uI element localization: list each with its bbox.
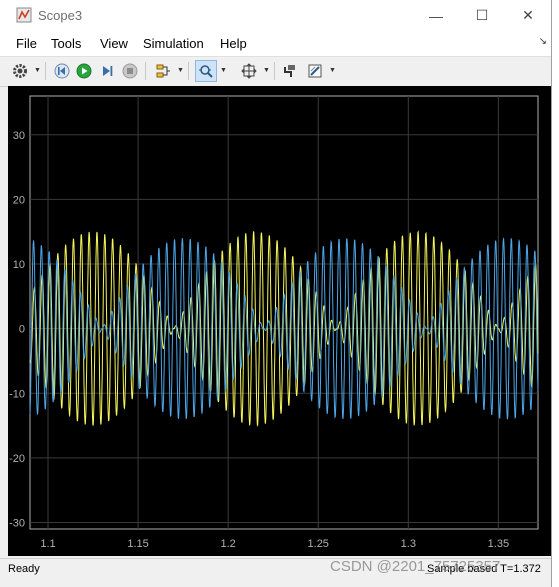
menu-view[interactable]: View bbox=[100, 36, 128, 51]
y-tick-label: -20 bbox=[9, 453, 25, 465]
x-tick-label: 1.35 bbox=[488, 538, 509, 550]
fit-to-view-button[interactable] bbox=[238, 60, 260, 82]
watermark: CSDN @2201_75725357 bbox=[330, 558, 501, 575]
y-tick-label: 10 bbox=[13, 259, 25, 271]
undock-icon[interactable]: ↘ bbox=[539, 36, 547, 47]
toolbar-separator bbox=[45, 62, 46, 80]
signal-selector-icon bbox=[156, 64, 170, 78]
zoom-icon bbox=[199, 65, 213, 78]
close-icon: ✕ bbox=[522, 7, 534, 23]
signal-dropdown-icon[interactable]: ▼ bbox=[177, 67, 184, 74]
x-tick-label: 1.1 bbox=[40, 538, 55, 550]
minimize-icon: — bbox=[429, 7, 443, 24]
scope-display[interactable]: -30 -20 -10 0 10 20 30 1.1 1.15 1.2 1.25 1.3 1.35 bbox=[8, 86, 551, 556]
toolbar-separator bbox=[188, 62, 189, 80]
step-back-button[interactable] bbox=[51, 60, 73, 82]
menu-bar: File Tools View Simulation Help ↘ bbox=[0, 31, 551, 57]
parameters-button[interactable] bbox=[304, 60, 326, 82]
matlab-icon bbox=[16, 7, 32, 23]
close-button[interactable]: ✕ bbox=[505, 0, 551, 31]
maximize-icon: ☐ bbox=[475, 7, 489, 23]
y-tick-label: -30 bbox=[9, 518, 25, 530]
signal-selector-button[interactable] bbox=[152, 60, 174, 82]
settings-dropdown-icon[interactable]: ▼ bbox=[34, 67, 41, 74]
run-icon bbox=[76, 63, 92, 79]
scope-window: Scope3 — ☐ ✕ File Tools View Simulation … bbox=[0, 0, 552, 587]
menu-simulation[interactable]: Simulation bbox=[143, 36, 204, 51]
zoom-dropdown-icon[interactable]: ▼ bbox=[220, 67, 227, 74]
stop-button[interactable] bbox=[119, 60, 141, 82]
y-tick-label: 0 bbox=[19, 324, 25, 336]
y-tick-label: -10 bbox=[9, 388, 25, 400]
status-text: Ready bbox=[8, 563, 40, 575]
y-tick-label: 30 bbox=[13, 130, 25, 142]
step-forward-button[interactable] bbox=[96, 60, 118, 82]
run-button[interactable] bbox=[73, 60, 95, 82]
title-bar: Scope3 — ☐ ✕ bbox=[0, 0, 551, 31]
step-back-icon bbox=[54, 63, 70, 79]
window-title: Scope3 bbox=[38, 8, 83, 23]
menu-tools[interactable]: Tools bbox=[51, 36, 81, 51]
fit-dropdown-icon[interactable]: ▼ bbox=[263, 67, 270, 74]
minimize-button[interactable]: — bbox=[413, 0, 459, 31]
toolbar-separator bbox=[145, 62, 146, 80]
maximize-button[interactable]: ☐ bbox=[459, 0, 505, 31]
parameters-dropdown-icon[interactable]: ▼ bbox=[329, 67, 336, 74]
scope-chart[interactable]: -30 -20 -10 0 10 20 30 1.1 1.15 1.2 1.25 1.3 1.35 bbox=[8, 86, 551, 556]
settings-button[interactable] bbox=[9, 60, 31, 82]
style-icon bbox=[284, 65, 295, 77]
stop-icon bbox=[122, 63, 138, 79]
toolbar: ▼ ▼ ▼ ▼ ▼ bbox=[0, 57, 551, 87]
menu-file[interactable]: File bbox=[16, 36, 37, 51]
step-forward-icon bbox=[103, 66, 113, 76]
parameters-icon bbox=[308, 64, 322, 78]
x-tick-label: 1.25 bbox=[308, 538, 329, 550]
zoom-button[interactable] bbox=[195, 60, 217, 82]
x-tick-label: 1.2 bbox=[221, 538, 236, 550]
style-button[interactable] bbox=[279, 60, 301, 82]
x-tick-label: 1.15 bbox=[127, 538, 148, 550]
y-tick-label: 20 bbox=[13, 194, 25, 206]
menu-help[interactable]: Help bbox=[220, 36, 247, 51]
fit-to-view-icon bbox=[241, 63, 257, 79]
gear-icon bbox=[13, 64, 27, 78]
toolbar-separator bbox=[274, 62, 275, 80]
x-tick-label: 1.3 bbox=[401, 538, 416, 550]
